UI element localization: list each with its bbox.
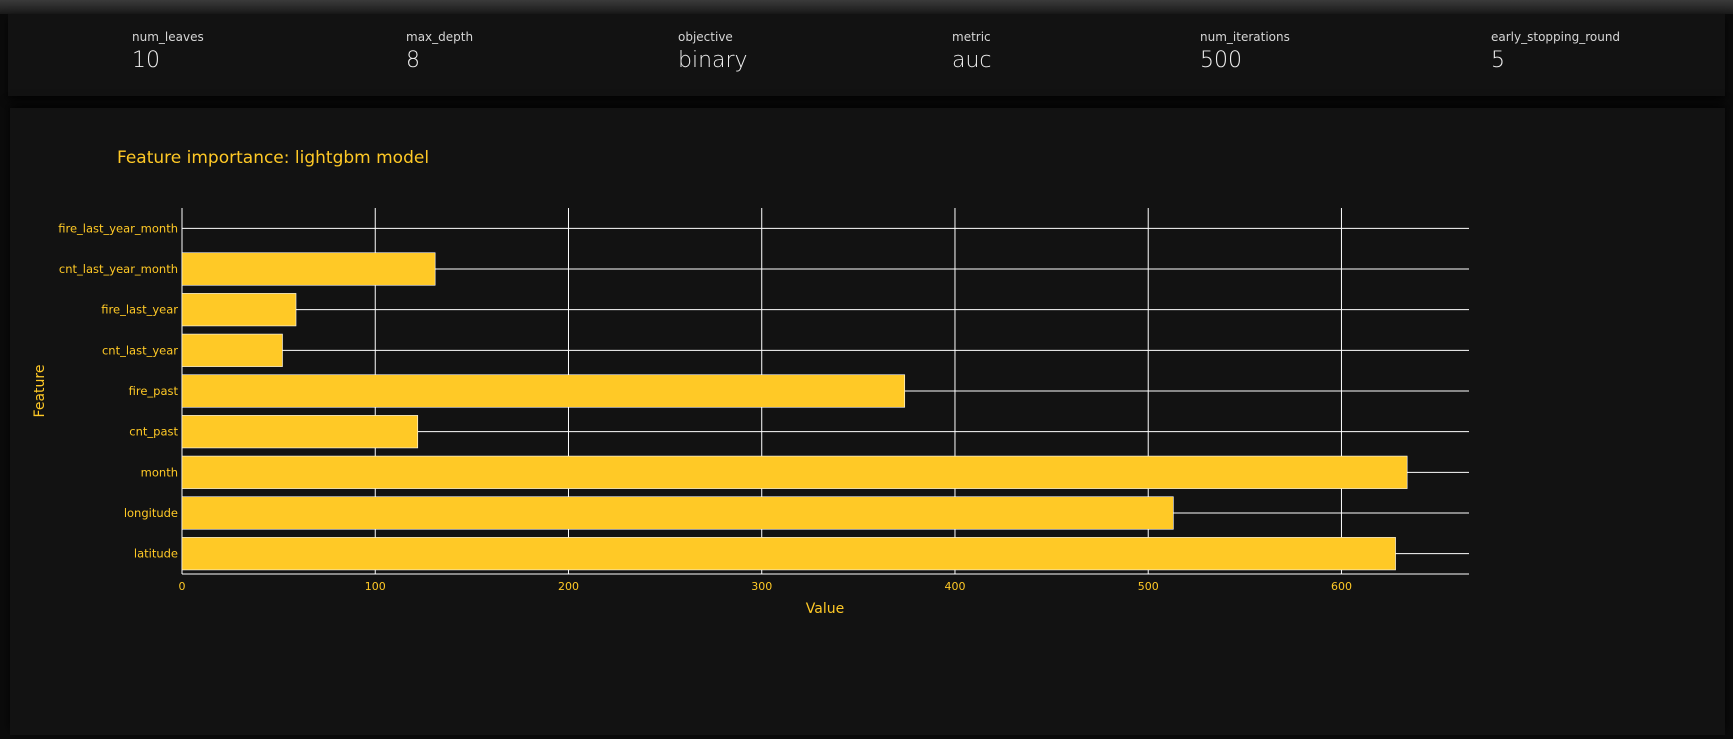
x-tick-label: 0 bbox=[179, 580, 186, 593]
param-name: num_leaves bbox=[132, 30, 204, 44]
bar-cnt_last_year_month bbox=[181, 252, 436, 286]
param-name: objective bbox=[678, 30, 733, 44]
params-panel: num_leaves 10 max_depth 8 objective bina… bbox=[8, 14, 1725, 96]
x-tick-label: 200 bbox=[558, 580, 579, 593]
param-max-depth: max_depth 8 bbox=[406, 30, 473, 73]
y-tick-label: cnt_last_year bbox=[102, 343, 178, 357]
y-tick-labels: fire_last_year_month cnt_last_year_monthf… bbox=[58, 221, 178, 560]
x-tick-label: 100 bbox=[365, 580, 386, 593]
y-tick-label: fire_past bbox=[129, 384, 179, 398]
bar-latitude bbox=[181, 537, 1396, 571]
feature-importance-chart: Feature importance: lightgbm model fire_… bbox=[32, 148, 1469, 617]
param-name: num_iterations bbox=[1200, 30, 1290, 44]
param-name: early_stopping_round bbox=[1491, 30, 1621, 44]
bar-longitude bbox=[181, 496, 1174, 530]
param-name: metric bbox=[952, 30, 991, 44]
x-tick-label: 300 bbox=[751, 580, 772, 593]
x-tick-labels: 0 100 200 300 400 500 600 bbox=[179, 580, 1352, 593]
bar-cnt_past bbox=[181, 415, 419, 449]
bar-cnt_last_year bbox=[181, 333, 283, 367]
param-value: auc bbox=[952, 48, 992, 73]
param-metric: metric auc bbox=[952, 30, 992, 73]
param-early-stopping-round: early_stopping_round 5 bbox=[1491, 30, 1620, 73]
param-value: 5 bbox=[1491, 48, 1505, 73]
y-tick-label: cnt_past bbox=[129, 425, 178, 439]
x-tick-label: 600 bbox=[1331, 580, 1352, 593]
y-tick-label: month bbox=[141, 465, 178, 479]
y-tick-label: fire_last_year_month bbox=[58, 221, 178, 235]
param-value: 10 bbox=[132, 48, 160, 73]
bars bbox=[181, 252, 1408, 571]
param-value: 8 bbox=[406, 48, 420, 73]
x-axis-label: Value bbox=[806, 601, 844, 617]
param-objective: objective binary bbox=[678, 30, 748, 73]
y-tick-label: longitude bbox=[124, 506, 178, 520]
param-num-leaves: num_leaves 10 bbox=[132, 30, 204, 73]
bar-fire_past bbox=[181, 374, 906, 408]
y-axis-label: Feature bbox=[32, 365, 48, 418]
param-num-iterations: num_iterations 500 bbox=[1200, 30, 1290, 73]
y-tick-label: fire_last_year bbox=[101, 303, 178, 317]
bar-month bbox=[181, 455, 1408, 489]
top-bar bbox=[0, 0, 1733, 14]
y-tick-label: cnt_last_year_month bbox=[59, 262, 178, 276]
param-name: max_depth bbox=[406, 30, 474, 44]
bar-fire_last_year bbox=[181, 293, 297, 327]
x-tick-label: 500 bbox=[1138, 580, 1159, 593]
chart-title: Feature importance: lightgbm model bbox=[117, 148, 429, 168]
chart-panel: Feature importance: lightgbm model fire_… bbox=[10, 108, 1725, 735]
param-value: 500 bbox=[1200, 48, 1242, 73]
param-value: binary bbox=[678, 48, 748, 73]
y-tick-label: latitude bbox=[134, 547, 178, 561]
x-tick-label: 400 bbox=[944, 580, 965, 593]
